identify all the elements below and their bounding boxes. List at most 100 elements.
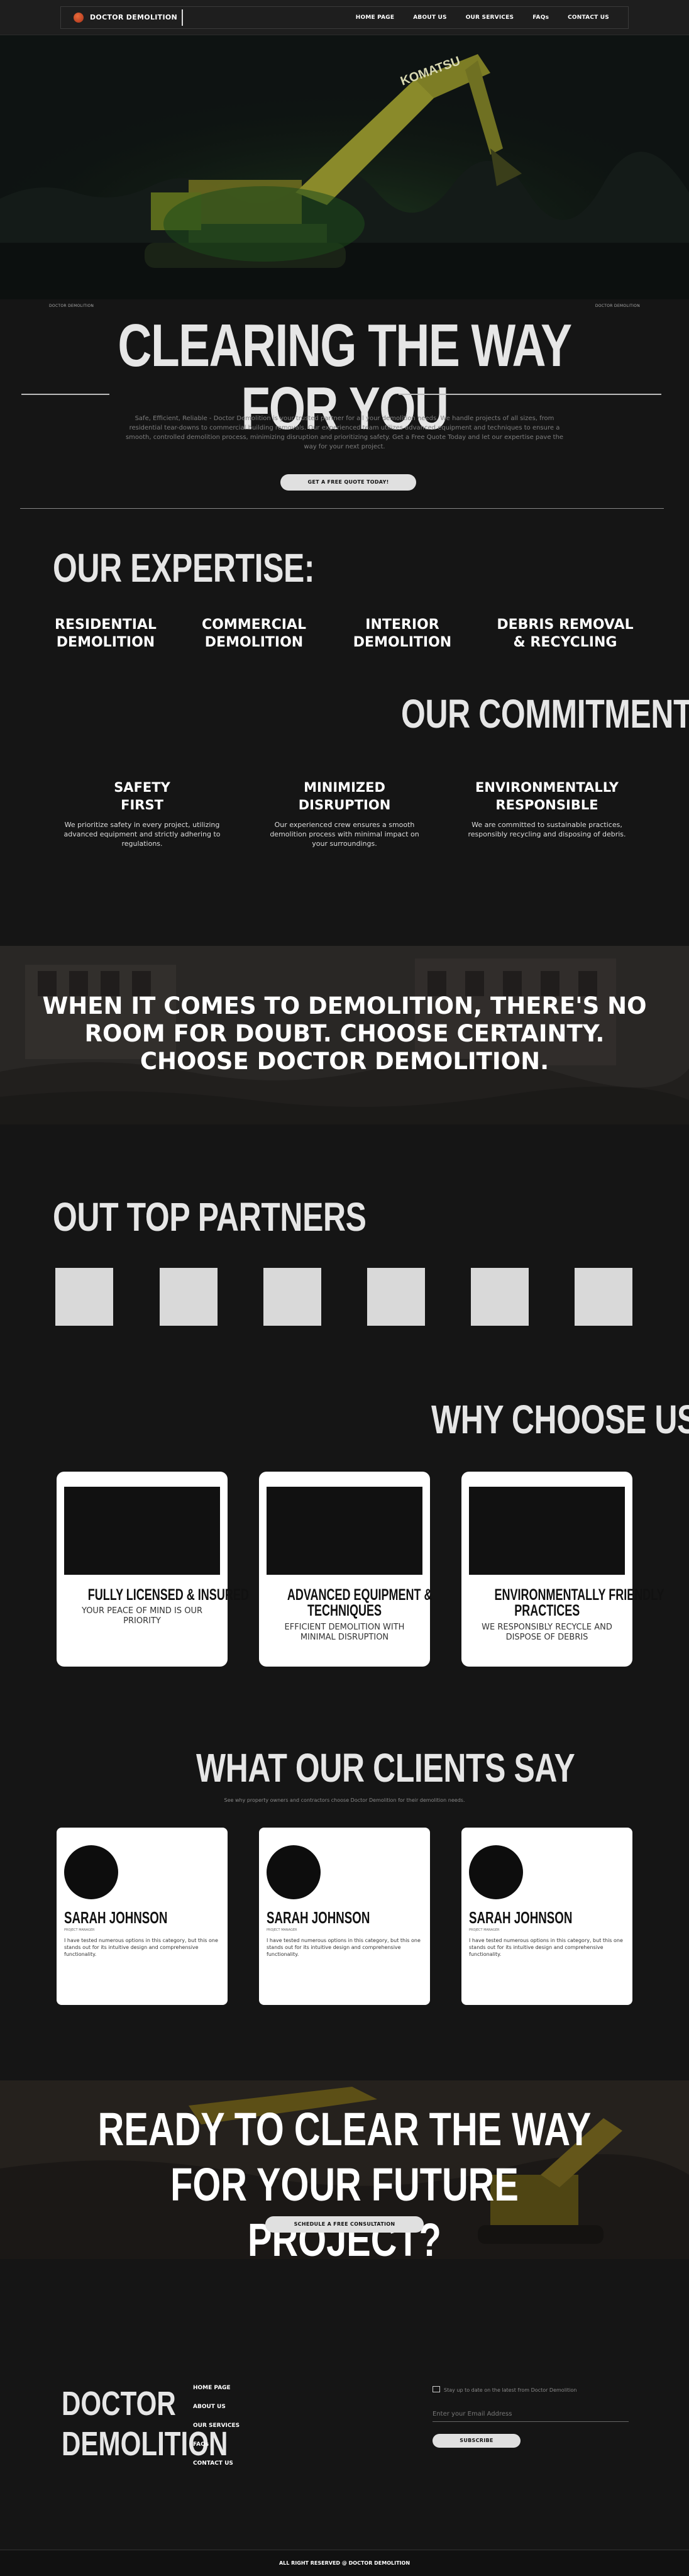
footer-link-services[interactable]: OUR SERVICES	[193, 2423, 240, 2429]
navbar-frame: DOCTOR DEMOLITION HOME PAGE ABOUT US OUR…	[60, 6, 629, 29]
partners-heading: OUT TOP PARTNERS	[53, 1194, 367, 1240]
partner-logo-placeholder	[160, 1268, 218, 1326]
nav-link-services[interactable]: OUR SERVICES	[466, 14, 514, 21]
why-card-title: ADVANCED EQUIPMENT & TECHNIQUES	[259, 1586, 433, 1619]
commitment-title-line: FIRST	[121, 797, 163, 813]
avatar	[469, 1845, 523, 1899]
expertise-label: DEMOLITION	[56, 635, 155, 650]
testimonial-quote: I have tested numerous options in this c…	[469, 1938, 623, 1957]
commitment-title-line: MINIMIZED	[304, 780, 385, 795]
subscribe-text: Stay up to date on the latest from Docto…	[444, 2387, 577, 2393]
testimonial-quote: I have tested numerous options in this c…	[64, 1938, 218, 1957]
certainty-banner: WHEN IT COMES TO DEMOLITION, THERE'S NO …	[0, 946, 689, 1124]
expertise-label: DEMOLITION	[204, 635, 304, 650]
avatar	[64, 1845, 118, 1899]
why-card-title-line: FULLY LICENSED & INSURED	[87, 1586, 249, 1604]
avatar	[267, 1845, 321, 1899]
why-card-desc: EFFICIENT DEMOLITION WITH MINIMAL DISRUP…	[284, 1623, 405, 1642]
why-card-title-line: PRACTICES	[514, 1602, 580, 1619]
why-card: ADVANCED EQUIPMENT & TECHNIQUES EFFICIEN…	[259, 1472, 433, 1667]
expertise-label: & RECYCLING	[513, 635, 617, 650]
nav-link-about[interactable]: ABOUT US	[413, 14, 446, 21]
footer-link-about[interactable]: ABOUT US	[193, 2404, 226, 2410]
expertise-label: RESIDENTIAL	[55, 617, 157, 633]
hero-excavator-image: KOMATSU	[0, 35, 689, 299]
commitment-title: ENVIRONMENTALLY RESPONSIBLE	[465, 779, 629, 814]
footer-link-contact[interactable]: CONTACT US	[193, 2460, 233, 2467]
partner-logo-placeholder	[367, 1268, 425, 1326]
why-card-title-line: TECHNIQUES	[307, 1602, 382, 1619]
commitment-title: SAFETY FIRST	[60, 779, 224, 814]
why-card-title: ENVIRONMENTALLY FRIENDLY PRACTICES	[461, 1587, 664, 1619]
expertise-item: RESIDENTIAL DEMOLITION	[43, 616, 168, 652]
partner-logo-placeholder	[575, 1268, 632, 1326]
subscribe-button[interactable]: SUBSCRIBE	[433, 2434, 521, 2448]
nav-link-contact[interactable]: CONTACT US	[568, 14, 609, 21]
testimonial-quote: I have tested numerous options in this c…	[267, 1938, 421, 1957]
hero-paragraph: Safe, Efficient, Reliable - Doctor Demol…	[125, 415, 564, 450]
commitment-title: MINIMIZED DISRUPTION	[263, 779, 426, 814]
why-card-title-line: ENVIRONMENTALLY FRIENDLY	[494, 1586, 664, 1604]
nav-link-faqs[interactable]: FAQs	[532, 14, 549, 21]
free-quote-button[interactable]: GET A FREE QUOTE TODAY!	[280, 474, 416, 491]
why-card-image	[64, 1487, 220, 1575]
testimonial-role: PROJECT MANAGER	[267, 1928, 297, 1932]
testimonial-role: PROJECT MANAGER	[64, 1928, 95, 1932]
brand-name[interactable]: DOCTOR DEMOLITION	[90, 13, 177, 21]
commitment-desc: We prioritize safety in every project, u…	[63, 821, 221, 848]
cta-section: READY TO CLEAR THE WAY FOR YOUR FUTURE P…	[0, 2080, 689, 2259]
expertise-item: INTERIOR DEMOLITION	[339, 616, 465, 652]
why-card-title: FULLY LICENSED & INSURED	[57, 1587, 249, 1603]
why-card: FULLY LICENSED & INSURED YOUR PEACE OF M…	[57, 1472, 249, 1667]
commitment-title-line: RESPONSIBLE	[495, 797, 598, 813]
footer-link-faqs[interactable]: FAQs	[193, 2441, 209, 2448]
expertise-label: DEBRIS REMOVAL	[497, 617, 634, 633]
commitment-title-line: SAFETY	[114, 780, 170, 795]
hero-divider-right	[399, 394, 661, 395]
expertise-label: INTERIOR	[365, 617, 439, 633]
partner-logo-placeholder	[263, 1268, 321, 1326]
partner-logo-placeholder	[55, 1268, 113, 1326]
email-input[interactable]: Enter your Email Address	[433, 2411, 629, 2422]
hero-separator	[20, 508, 664, 509]
cta-title-line: READY TO CLEAR THE WAY FOR YOUR FUTURE	[97, 2103, 592, 2211]
why-card-image	[267, 1487, 422, 1575]
expertise-label: DEMOLITION	[353, 635, 452, 650]
commitment-desc: Our experienced crew ensures a smooth de…	[270, 821, 419, 848]
testimonials-heading: WHAT OUR CLIENTS SAY	[196, 1745, 575, 1790]
brand-logo-icon[interactable]	[74, 13, 84, 23]
commitment-heading: OUR COMMITMENT	[401, 691, 689, 736]
testimonials-subheading: See why property owners and contractors …	[224, 1797, 465, 1803]
brand-divider	[182, 9, 183, 26]
expertise-item: COMMERCIAL DEMOLITION	[191, 616, 317, 652]
testimonial-name: SARAH JOHNSON	[64, 1908, 168, 1927]
testimonial-role: PROJECT MANAGER	[469, 1928, 500, 1932]
schedule-consultation-button[interactable]: SCHEDULE A FREE CONSULTATION	[265, 2216, 424, 2233]
testimonial-card: SARAH JOHNSON PROJECT MANAGER I have tes…	[57, 1828, 228, 2005]
testimonial-card: SARAH JOHNSON PROJECT MANAGER I have tes…	[461, 1828, 632, 2005]
cta-title: READY TO CLEAR THE WAY FOR YOUR FUTURE P…	[76, 2102, 614, 2259]
commitment-title-line: ENVIRONMENTALLY	[475, 780, 619, 795]
nav-link-home[interactable]: HOME PAGE	[356, 14, 395, 21]
why-card-title-line: ADVANCED EQUIPMENT &	[287, 1586, 433, 1604]
testimonial-card: SARAH JOHNSON PROJECT MANAGER I have tes…	[259, 1828, 430, 2005]
mail-icon	[433, 2386, 440, 2392]
why-card-desc: YOUR PEACE OF MIND IS OUR PRIORITY	[81, 1606, 203, 1626]
why-card-desc: WE RESPONSIBLY RECYCLE AND DISPOSE OF DE…	[482, 1623, 612, 1642]
why-card-image	[469, 1487, 625, 1575]
hero-divider-left	[21, 394, 109, 395]
expertise-item: DEBRIS REMOVAL & RECYCLING	[488, 616, 642, 652]
testimonial-name: SARAH JOHNSON	[469, 1908, 573, 1927]
partner-logo-placeholder	[471, 1268, 529, 1326]
expertise-heading: OUR EXPERTISE:	[53, 545, 315, 591]
why-card: ENVIRONMENTALLY FRIENDLY PRACTICES WE RE…	[461, 1472, 664, 1667]
why-heading: WHY CHOOSE US	[431, 1397, 689, 1442]
hero-label-left: DOCTOR DEMOLITION	[49, 304, 94, 308]
footer-link-home[interactable]: HOME PAGE	[193, 2385, 231, 2391]
expertise-label: COMMERCIAL	[202, 617, 306, 633]
excavator-illustration: KOMATSU	[0, 35, 689, 299]
hero-label-right: DOCTOR DEMOLITION	[595, 304, 640, 308]
copyright-text: ALL RIGHT RESERVED @ DOCTOR DEMOLITION	[278, 2560, 411, 2566]
top-navbar: DOCTOR DEMOLITION HOME PAGE ABOUT US OUR…	[0, 0, 689, 35]
nav-links: HOME PAGE ABOUT US OUR SERVICES FAQs CON…	[356, 14, 609, 21]
